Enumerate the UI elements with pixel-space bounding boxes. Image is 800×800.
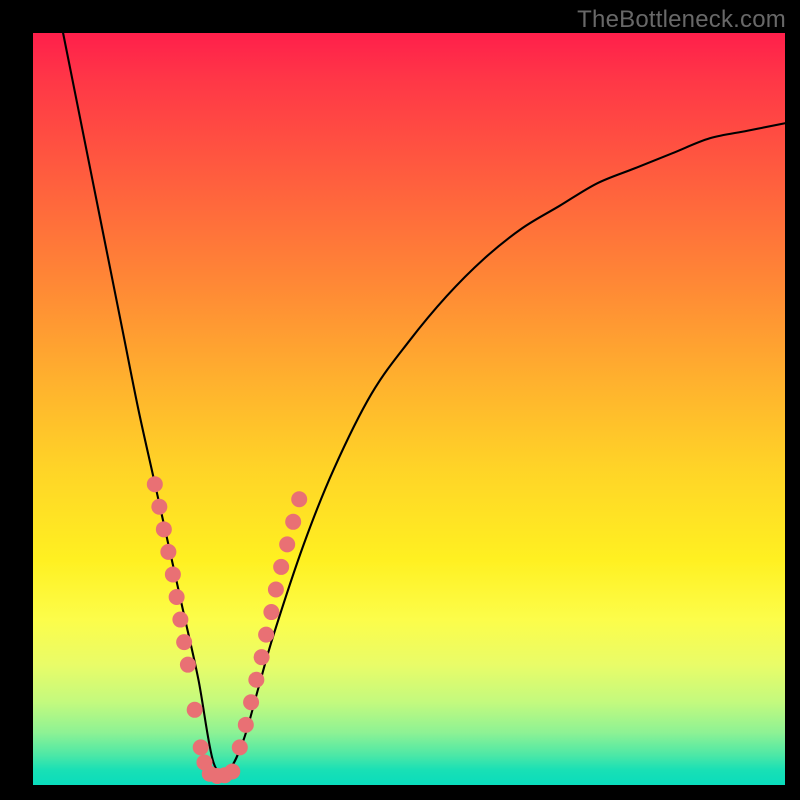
data-bead: [243, 694, 259, 710]
data-bead: [169, 589, 185, 605]
data-bead: [160, 544, 176, 560]
data-bead: [180, 657, 196, 673]
beads-group: [147, 476, 307, 784]
data-bead: [224, 763, 240, 779]
data-bead: [268, 581, 284, 597]
data-bead: [151, 499, 167, 515]
data-bead: [291, 491, 307, 507]
curve-group: [63, 33, 785, 773]
data-bead: [285, 514, 301, 530]
data-bead: [279, 536, 295, 552]
data-bead: [232, 739, 248, 755]
data-bead: [238, 717, 254, 733]
data-bead: [248, 672, 264, 688]
data-bead: [254, 649, 270, 665]
curve-svg: [33, 33, 785, 785]
bottleneck-curve: [63, 33, 785, 773]
chart-frame: TheBottleneck.com: [0, 0, 800, 800]
plot-area: [33, 33, 785, 785]
data-bead: [172, 612, 188, 628]
watermark-text: TheBottleneck.com: [577, 6, 786, 34]
data-bead: [156, 521, 172, 537]
data-bead: [263, 604, 279, 620]
data-bead: [147, 476, 163, 492]
data-bead: [176, 634, 192, 650]
data-bead: [187, 702, 203, 718]
data-bead: [258, 627, 274, 643]
data-bead: [193, 739, 209, 755]
data-bead: [165, 566, 181, 582]
data-bead: [273, 559, 289, 575]
